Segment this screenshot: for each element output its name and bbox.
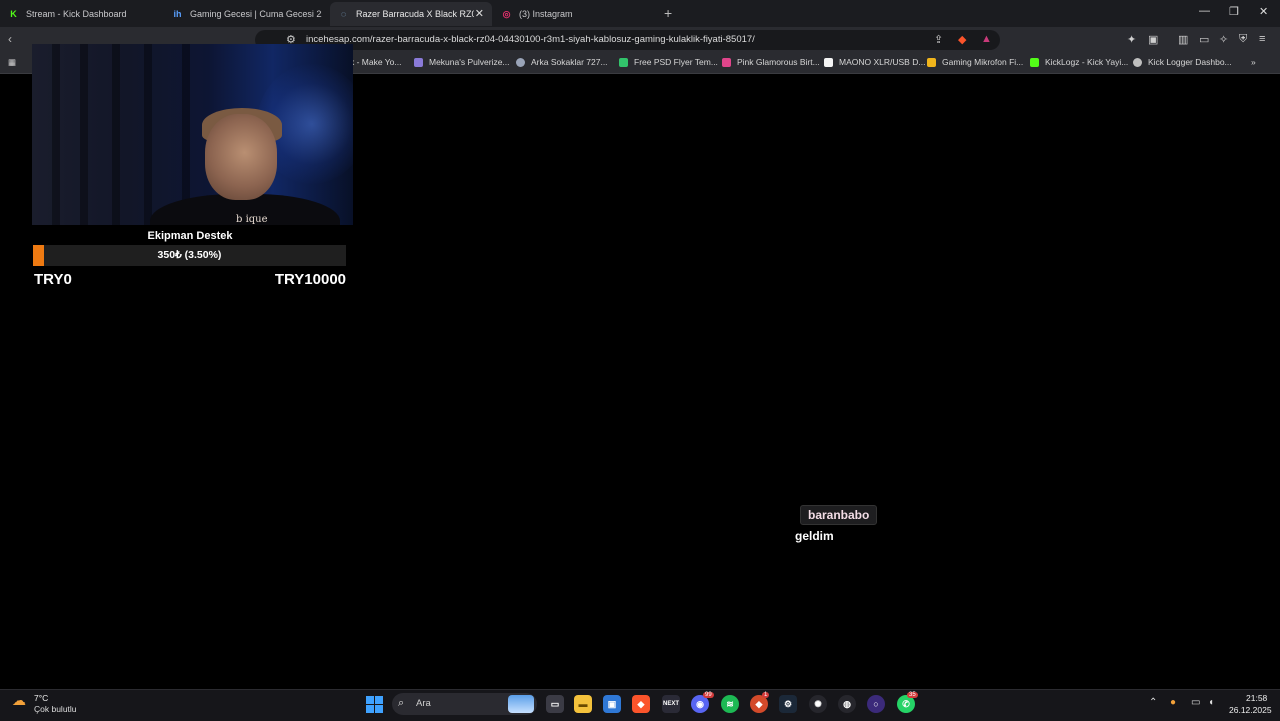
goal-title: Ekipman Destek <box>147 230 233 242</box>
goal-min-label: TRY0 <box>34 271 72 288</box>
search-highlight-icon[interactable] <box>508 695 534 713</box>
close-tab-icon[interactable]: ✕ <box>475 7 484 20</box>
brave-shields-icon[interactable]: ◆ <box>958 33 966 46</box>
bookmark-item[interactable]: Arka Sokaklar 727... <box>516 57 608 67</box>
menu-icon[interactable]: ≡ <box>1259 33 1265 45</box>
tab-title: Stream - Kick Dashboard <box>26 9 127 19</box>
bookmark-label: Kick Logger Dashbo... <box>1148 57 1232 67</box>
tab-razer-barracuda[interactable]: ◌ Razer Barracuda X Black RZ04-0 ✕ <box>330 2 492 26</box>
search-placeholder: Ara <box>416 698 431 709</box>
weather-icon[interactable]: ☁ <box>12 692 26 709</box>
start-button[interactable] <box>366 696 383 713</box>
chat-username: baranbabo <box>800 505 878 525</box>
leo-ai-icon[interactable]: ✧ <box>1219 33 1228 46</box>
steam-icon[interactable]: ⚙ <box>779 695 797 713</box>
share-icon[interactable]: ⇪ <box>934 33 943 46</box>
clock-time[interactable]: 21:58 <box>1246 693 1267 703</box>
bookmark-favicon-icon <box>414 57 423 67</box>
tab-title: (3) Instagram <box>519 9 573 19</box>
bookmark-favicon-icon <box>1030 57 1039 67</box>
tab-instagram[interactable]: ◎ (3) Instagram <box>501 2 651 26</box>
spotify-icon[interactable]: ≋ <box>721 695 739 713</box>
microphone-icon[interactable]: ● <box>1170 697 1176 708</box>
brave-rewards-icon[interactable]: ▲ <box>981 33 992 45</box>
instagram-icon: ◎ <box>502 8 511 19</box>
apps-grid-icon[interactable]: ▦ <box>8 57 16 68</box>
volume-icon[interactable]: ◖ <box>1208 697 1214 708</box>
bookmark-favicon-icon <box>824 57 833 67</box>
goal-progress-text: 350₺ (3.50%) <box>157 249 222 261</box>
webcam-feed: b ique <box>32 44 353 225</box>
vpn-icon[interactable]: ⛨ <box>1239 33 1247 46</box>
bookmark-label: Mekuna's Pulverize... <box>429 57 510 67</box>
bookmark-favicon-icon <box>1133 57 1142 67</box>
bookmark-item[interactable]: k - Make Yo... <box>350 57 402 67</box>
settings-icon[interactable]: ✺ <box>809 695 827 713</box>
bookmark-label: MAONO XLR/USB D... <box>839 57 926 67</box>
obs-icon[interactable]: ◍ <box>838 695 856 713</box>
bookmark-item[interactable]: KickLogz - Kick Yayi... <box>1030 57 1128 67</box>
bookmark-item[interactable]: Free PSD Flyer Tem... <box>619 57 718 67</box>
discord-badge: 99 <box>703 692 714 698</box>
downloads-icon[interactable]: ▣ <box>1148 33 1158 46</box>
weather-description[interactable]: Çok bulutlu <box>34 704 77 714</box>
search-icon: ⌕ <box>398 697 405 709</box>
file-explorer-icon[interactable]: ▬ <box>574 695 592 713</box>
more-bookmarks-icon[interactable]: » <box>1251 57 1256 67</box>
sidebar-icon[interactable]: ▥ <box>1178 33 1188 46</box>
bookmark-item[interactable]: Gaming Mikrofon Fi... <box>927 57 1023 67</box>
bookmark-label: KickLogz - Kick Yayi... <box>1045 57 1129 67</box>
whatsapp-badge: 35 <box>907 692 918 698</box>
bookmark-label: k - Make Yo... <box>350 57 402 67</box>
network-icon[interactable]: ▭ <box>1191 697 1200 708</box>
back-icon[interactable]: ‹ <box>8 32 12 46</box>
bookmark-favicon-icon <box>619 57 628 67</box>
loading-icon: ◌ <box>340 9 347 19</box>
close-window-icon[interactable]: ✕ <box>1259 5 1268 18</box>
tab-kick-dashboard[interactable]: K Stream - Kick Dashboard <box>8 2 158 26</box>
maximize-icon[interactable]: ❐ <box>1229 5 1239 18</box>
chat-message: geldim <box>795 529 834 543</box>
tab-title: Gaming Gecesi | Cuma Gecesi 22:00 <box>190 9 322 19</box>
kick-icon: K <box>10 9 17 19</box>
bookmark-item[interactable]: Pink Glamorous Birt... <box>722 57 820 67</box>
clock-date[interactable]: 26.12.2025 <box>1229 705 1272 715</box>
bookmark-label: Pink Glamorous Birt... <box>737 57 820 67</box>
bookmark-item[interactable]: Kick Logger Dashbo... <box>1133 57 1232 67</box>
goal-progress-bar: 350₺ (3.50%) <box>33 245 346 266</box>
microsoft-store-icon[interactable]: ▣ <box>603 695 621 713</box>
minimize-icon[interactable]: — <box>1199 5 1210 17</box>
shirt-logo-text: b ique <box>236 214 268 225</box>
extensions-icon[interactable]: ✦ <box>1127 33 1136 46</box>
task-view-icon[interactable]: ▭ <box>546 695 564 713</box>
next-app-icon[interactable]: NEXT <box>662 695 680 713</box>
ih-icon: ih <box>173 9 182 19</box>
bookmark-label: Free PSD Flyer Tem... <box>634 57 718 67</box>
weather-temperature[interactable]: 7°C <box>34 693 48 703</box>
cortana-icon[interactable]: ○ <box>867 695 885 713</box>
bookmark-item[interactable]: Mekuna's Pulverize... <box>414 57 510 67</box>
bookmark-item[interactable]: MAONO XLR/USB D... <box>824 57 925 67</box>
new-tab-icon[interactable]: + <box>664 5 672 21</box>
bookmark-label: Gaming Mikrofon Fi... <box>942 57 1024 67</box>
tab-gaming-gecesi[interactable]: ih Gaming Gecesi | Cuma Gecesi 22:00 <box>172 2 323 26</box>
bookmark-favicon-icon <box>722 57 731 67</box>
brave-browser-icon[interactable]: ◆ <box>632 695 650 713</box>
show-hidden-icons-icon[interactable]: ⌃ <box>1149 697 1157 708</box>
goal-max-label: TRY10000 <box>274 271 346 288</box>
url-text[interactable]: incehesap.com/razer-barracuda-x-black-rz… <box>306 34 755 45</box>
tab-title: Razer Barracuda X Black RZ04-0 <box>356 9 474 19</box>
bookmark-favicon-icon <box>927 57 936 67</box>
bookmark-favicon-icon <box>516 57 525 67</box>
wallet-icon[interactable]: ▭ <box>1199 33 1209 46</box>
bookmark-label: Arka Sokaklar 727... <box>531 57 608 67</box>
